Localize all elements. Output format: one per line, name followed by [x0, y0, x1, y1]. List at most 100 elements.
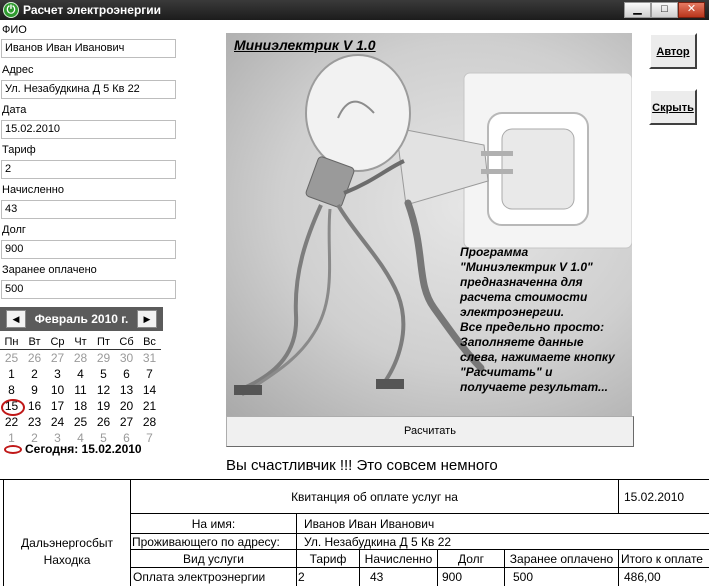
minimize-button[interactable]: ▁	[624, 2, 651, 18]
calendar-day[interactable]: 23	[23, 414, 46, 430]
plug-pin-top	[481, 151, 513, 156]
date-field[interactable]: 15.02.2010	[1, 120, 176, 139]
close-button[interactable]: ✕	[678, 2, 705, 18]
calendar-day[interactable]: 14	[138, 382, 161, 398]
receipt-cell-tariff: 2	[298, 570, 305, 584]
calendar-week: 15 16 17 18 19 20 21	[0, 398, 163, 416]
calendar-day[interactable]: 4	[69, 366, 92, 382]
receipt-address-label: Проживающего по адресу:	[132, 535, 280, 549]
calendar-day[interactable]: 7	[138, 366, 161, 382]
debt-label: Долг	[2, 224, 26, 236]
address-field[interactable]: Ул. Незабудкина Д 5 Кв 22	[1, 80, 176, 99]
calendar-day[interactable]: 30	[115, 350, 138, 366]
receipt-name-value: Иванов Иван Иванович	[304, 517, 435, 531]
calendar-day[interactable]: 21	[138, 398, 161, 414]
receipt-line-1	[130, 513, 709, 514]
receipt-cell-debt: 900	[442, 570, 463, 584]
calendar-day[interactable]: 10	[46, 382, 69, 398]
maximize-button[interactable]: □	[651, 2, 678, 18]
receipt-col-divider-5	[618, 550, 619, 586]
calendar-day[interactable]: 29	[92, 350, 115, 366]
calendar-day[interactable]: 24	[46, 414, 69, 430]
robot-foot-right	[376, 379, 404, 389]
receipt-cell-prepaid: 500	[513, 570, 534, 584]
calendar-day[interactable]: 26	[92, 414, 115, 430]
debt-field[interactable]: 900	[1, 240, 176, 259]
calendar-week: 25 26 27 28 29 30 31	[0, 350, 163, 366]
receipt-col-debt: Долг	[457, 552, 485, 566]
title-bar: ⏻ Расчет электроэнергии ▁ □ ✕	[0, 0, 709, 20]
calendar-next-icon[interactable]: ▶	[137, 310, 157, 328]
accrued-field[interactable]: 43	[1, 200, 176, 219]
address-label: Адрес	[2, 64, 34, 76]
fio-field[interactable]: Иванов Иван Иванович	[1, 39, 176, 58]
lightbulb-picture: Миниэлектрик V 1.0 Программа "Миниэлектр…	[226, 33, 632, 416]
receipt-col-prepaid: Заранее оплачено	[509, 552, 614, 566]
receipt-divider-labels	[296, 514, 297, 550]
calendar-day[interactable]: 25	[0, 350, 23, 366]
app-power-icon: ⏻	[3, 2, 19, 18]
hide-button[interactable]: Скрыть	[649, 89, 697, 125]
receipt-line-4	[130, 567, 709, 568]
receipt-line-3	[130, 549, 709, 550]
calendar-day[interactable]: 3	[46, 366, 69, 382]
calendar-day-selected[interactable]: 15	[0, 398, 25, 416]
form-client-area: ФИО Иванов Иван Иванович Адрес Ул. Незаб…	[0, 20, 709, 586]
calendar-day[interactable]: 2	[23, 366, 46, 382]
robot-wire-leg	[336, 204, 406, 385]
weekday-label: Ср	[46, 334, 69, 350]
calendar-day[interactable]: 13	[115, 382, 138, 398]
calendar-day[interactable]: 17	[46, 398, 69, 414]
calendar-day[interactable]: 11	[69, 382, 92, 398]
receipt-table: Дальэнергосбыт Находка Квитанция об опла…	[0, 479, 709, 586]
calendar-day[interactable]: 26	[23, 350, 46, 366]
calendar-day[interactable]: 31	[138, 350, 161, 366]
weekday-label: Сб	[115, 334, 138, 350]
calendar-day[interactable]: 18	[69, 398, 92, 414]
receipt-title: Квитанция об оплате услуг на	[291, 490, 458, 504]
receipt-border-left	[3, 480, 4, 586]
prepaid-label: Заранее оплачено	[2, 264, 97, 276]
calendar-day[interactable]: 5	[92, 366, 115, 382]
calendar-day[interactable]: 9	[23, 382, 46, 398]
calendar-prev-icon[interactable]: ◀	[6, 310, 26, 328]
calendar-day[interactable]: 27	[115, 414, 138, 430]
prepaid-field[interactable]: 500	[1, 280, 176, 299]
calendar-day[interactable]: 12	[92, 382, 115, 398]
calendar-day[interactable]: 16	[23, 398, 46, 414]
bulb-glass	[305, 54, 411, 172]
author-button[interactable]: Автор	[649, 33, 697, 69]
receipt-date: 15.02.2010	[624, 490, 685, 504]
month-calendar[interactable]: ◀ Февраль 2010 г. ▶ Пн Вт Ср Чт Пт Сб Вс…	[0, 307, 163, 457]
plug-pin-bottom	[481, 169, 513, 174]
tariff-field[interactable]: 2	[1, 160, 176, 179]
program-title: Миниэлектрик V 1.0	[234, 37, 376, 53]
receipt-col-accrued: Начисленно	[364, 552, 433, 566]
result-message: Вы счастливчик !!! Это совсем немного	[226, 457, 498, 474]
calendar-day[interactable]: 19	[92, 398, 115, 414]
accrued-label: Начисленно	[2, 184, 64, 196]
calendar-week: 22 23 24 25 26 27 28	[0, 414, 163, 430]
calendar-month-label: Февраль 2010 г.	[34, 312, 129, 326]
fio-label: ФИО	[2, 24, 27, 36]
robot-wire-back	[243, 204, 323, 390]
calendar-day[interactable]: 1	[0, 366, 23, 382]
date-label: Дата	[2, 104, 27, 116]
calendar-today[interactable]: Сегодня: 15.02.2010	[4, 442, 142, 456]
calendar-day[interactable]: 22	[0, 414, 23, 430]
calendar-day[interactable]: 6	[115, 366, 138, 382]
calendar-day[interactable]: 28	[69, 350, 92, 366]
calendar-day[interactable]: 25	[69, 414, 92, 430]
weekday-row: Пн Вт Ср Чт Пт Сб Вс	[0, 334, 163, 350]
calendar-day[interactable]: 8	[0, 382, 23, 398]
calculate-button[interactable]: Расчитать	[226, 416, 634, 447]
today-circle-icon	[4, 445, 22, 455]
weekday-label: Пн	[0, 334, 23, 350]
receipt-col-tariff: Тариф	[309, 552, 347, 566]
calendar-week: 8 9 10 11 12 13 14	[0, 382, 163, 398]
calendar-day[interactable]: 20	[115, 398, 138, 414]
calendar-day[interactable]: 27	[46, 350, 69, 366]
calendar-day[interactable]: 28	[138, 414, 161, 430]
weekday-label: Чт	[69, 334, 92, 350]
receipt-name-label: На имя:	[191, 517, 236, 531]
